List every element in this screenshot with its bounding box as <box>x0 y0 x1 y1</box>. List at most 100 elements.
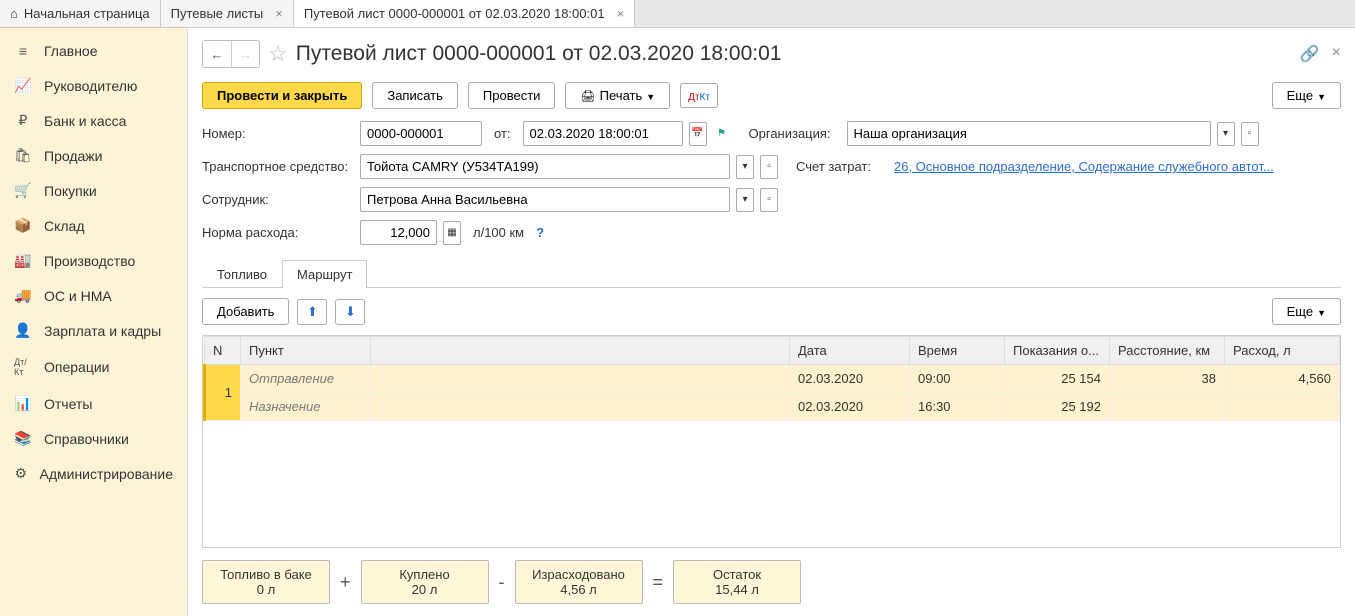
print-button[interactable]: Печать▼ <box>565 82 670 109</box>
add-button[interactable]: Добавить <box>202 298 289 325</box>
cell-sub: Отправление <box>241 365 371 393</box>
cell-time[interactable]: 16:30 <box>910 393 1005 421</box>
col-odo[interactable]: Показания о... <box>1005 337 1110 365</box>
col-dist[interactable]: Расстояние, км <box>1110 337 1225 365</box>
cell-blank[interactable] <box>371 393 790 421</box>
cell-blank[interactable] <box>371 365 790 393</box>
col-date[interactable]: Дата <box>790 337 910 365</box>
cell-sub: Назначение <box>241 393 371 421</box>
col-cons[interactable]: Расход, л <box>1225 337 1340 365</box>
app-tabs-bar: ⌂ Начальная страница Путевые листы × Пут… <box>0 0 1355 28</box>
arrow-down-icon: ⬇ <box>345 304 356 320</box>
post-and-close-button[interactable]: Провести и закрыть <box>202 82 362 109</box>
dropdown-icon[interactable]: ▾ <box>736 155 754 179</box>
save-button[interactable]: Записать <box>372 82 458 109</box>
sidebar-item-operations[interactable]: Дт/КтОперации <box>0 348 187 386</box>
sidebar-item-warehouse[interactable]: 📦Склад <box>0 208 187 243</box>
more-button[interactable]: Еще▼ <box>1272 82 1341 109</box>
sidebar-item-dictionaries[interactable]: 📚Справочники <box>0 421 187 456</box>
cell-date[interactable]: 02.03.2020 <box>790 365 910 393</box>
box-icon: 📦 <box>14 217 32 234</box>
open-icon[interactable]: ▫ <box>760 155 778 179</box>
employee-field[interactable] <box>360 187 730 212</box>
sidebar-item-bank[interactable]: ₽Банк и касса <box>0 103 187 138</box>
consumption-field[interactable] <box>360 220 437 245</box>
sidebar-item-label: Главное <box>44 43 98 59</box>
open-icon[interactable]: ▫ <box>760 188 778 212</box>
summary-bought: Куплено 20 л <box>361 560 489 604</box>
move-down-button[interactable]: ⬇ <box>335 299 365 325</box>
sidebar: ≡Главное 📈Руководителю ₽Банк и касса 🛍Пр… <box>0 28 188 616</box>
sidebar-item-label: Справочники <box>44 431 129 447</box>
forward-button[interactable]: → <box>231 41 259 67</box>
cell-odo[interactable]: 25 192 <box>1005 393 1110 421</box>
back-button[interactable]: ← <box>203 41 231 67</box>
col-blank[interactable] <box>371 337 790 365</box>
sidebar-item-label: Производство <box>44 253 135 269</box>
col-n[interactable]: N <box>205 337 241 365</box>
sidebar-item-sales[interactable]: 🛍Продажи <box>0 138 187 173</box>
tab-fuel[interactable]: Топливо <box>202 260 282 288</box>
sidebar-item-main[interactable]: ≡Главное <box>0 34 187 68</box>
sidebar-item-manager[interactable]: 📈 Руководителю <box>0 68 187 103</box>
sidebar-item-purchases[interactable]: 🛒Покупки <box>0 173 187 208</box>
number-field[interactable] <box>360 121 482 146</box>
tab-waybill-doc[interactable]: Путевой лист 0000-000001 от 02.03.2020 1… <box>294 0 635 27</box>
bag-icon: 🛍 <box>14 147 32 164</box>
flag-icon[interactable]: ⚑ <box>713 122 731 146</box>
cell-date[interactable]: 02.03.2020 <box>790 393 910 421</box>
dropdown-icon[interactable]: ▾ <box>736 188 754 212</box>
close-icon[interactable]: × <box>617 6 625 21</box>
cost-account-link[interactable]: 26, Основное подразделение, Содержание с… <box>894 159 1274 174</box>
sidebar-item-salary[interactable]: 👤Зарплата и кадры <box>0 313 187 348</box>
person-icon: 👤 <box>14 322 32 339</box>
col-point[interactable]: Пункт <box>241 337 371 365</box>
help-icon[interactable]: ? <box>536 225 544 240</box>
dtkt-button[interactable]: ДтКт <box>680 83 718 108</box>
table-row[interactable]: 1 Отправление 02.03.2020 09:00 25 154 38… <box>205 365 1340 393</box>
sidebar-item-label: Руководителю <box>44 78 137 94</box>
tab-home[interactable]: ⌂ Начальная страница <box>0 0 161 27</box>
cell-time[interactable]: 09:00 <box>910 365 1005 393</box>
post-button[interactable]: Провести <box>468 82 556 109</box>
sidebar-item-production[interactable]: 🏭 Производство <box>0 243 187 278</box>
col-time[interactable]: Время <box>910 337 1005 365</box>
table-more-button[interactable]: Еще▼ <box>1272 298 1341 325</box>
calendar-icon[interactable]: 📅 <box>689 122 707 146</box>
dtkt-icon: Дт/Кт <box>14 357 32 377</box>
sidebar-item-reports[interactable]: 📊Отчеты <box>0 386 187 421</box>
cell-cons[interactable] <box>1225 393 1340 421</box>
minus-icon: - <box>499 572 505 593</box>
date-field[interactable] <box>523 121 683 146</box>
close-icon[interactable]: × <box>1332 44 1341 64</box>
vehicle-field[interactable] <box>360 154 730 179</box>
link-icon[interactable]: 🔗 <box>1300 44 1320 64</box>
tab-label: Путевой лист 0000-000001 от 02.03.2020 1… <box>304 6 605 21</box>
open-icon[interactable]: ▫ <box>1241 122 1259 146</box>
summary-spent: Израсходовано 4,56 л <box>515 560 643 604</box>
cell-odo[interactable]: 25 154 <box>1005 365 1110 393</box>
barchart-icon: 📊 <box>14 395 32 412</box>
consumption-label: Норма расхода: <box>202 225 354 240</box>
cell-n: 1 <box>205 365 241 421</box>
factory-icon: 🏭 <box>14 252 32 269</box>
close-icon[interactable]: × <box>275 6 283 21</box>
move-up-button[interactable]: ⬆ <box>297 299 327 325</box>
sidebar-item-assets[interactable]: 🚚ОС и НМА <box>0 278 187 313</box>
cell-dist[interactable]: 38 <box>1110 365 1225 393</box>
sidebar-item-label: Покупки <box>44 183 97 199</box>
cell-dist[interactable] <box>1110 393 1225 421</box>
plus-icon: + <box>340 572 351 593</box>
sidebar-item-admin[interactable]: ⚙Администрирование <box>0 456 187 491</box>
table-row[interactable]: Назначение 02.03.2020 16:30 25 192 <box>205 393 1340 421</box>
organization-field[interactable] <box>847 121 1211 146</box>
chart-icon: 📈 <box>14 77 32 94</box>
tab-route[interactable]: Маршрут <box>282 260 367 288</box>
dropdown-icon[interactable]: ▾ <box>1217 122 1235 146</box>
consumption-unit: л/100 км <box>473 225 524 240</box>
calculator-icon[interactable]: ▦ <box>443 221 461 245</box>
favorite-icon[interactable]: ☆ <box>268 41 288 67</box>
sidebar-item-label: Администрирование <box>40 466 174 482</box>
cell-cons[interactable]: 4,560 <box>1225 365 1340 393</box>
tab-waybills[interactable]: Путевые листы × <box>161 0 294 27</box>
